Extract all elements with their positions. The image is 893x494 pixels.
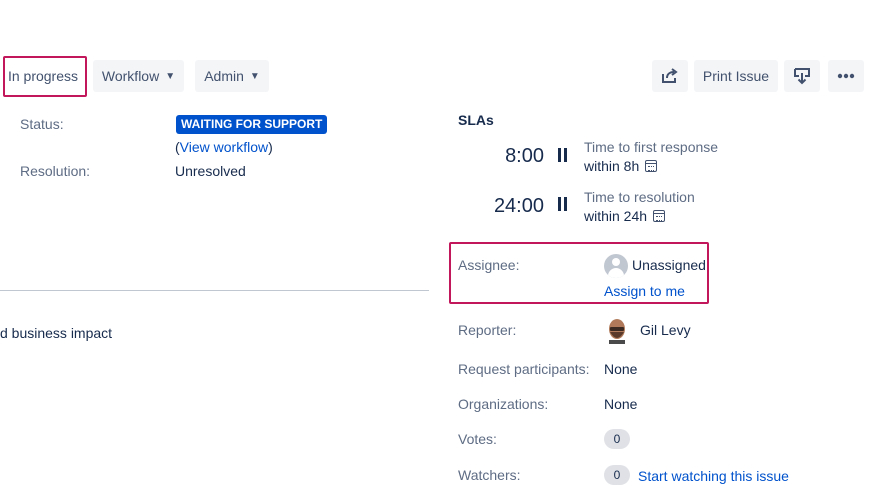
slas-title: SLAs <box>458 112 494 128</box>
section-divider <box>0 290 429 291</box>
sla-goal: Time to resolution <box>584 189 695 205</box>
calendar-icon <box>645 160 658 172</box>
reporter-avatar <box>609 319 625 344</box>
chevron-down-icon: ▼ <box>165 70 176 82</box>
sla-within-text: within 8h <box>584 158 640 174</box>
in-progress-highlight <box>3 56 87 97</box>
pause-icon <box>558 197 568 211</box>
share-icon <box>662 68 678 83</box>
share-button[interactable] <box>652 60 688 92</box>
pause-icon <box>558 148 568 162</box>
assign-to-me-link[interactable]: Assign to me <box>604 283 685 299</box>
status-badge[interactable]: WAITING FOR SUPPORT <box>176 115 328 134</box>
paren-close: ) <box>268 139 273 155</box>
reporter-label: Reporter: <box>458 322 517 338</box>
organizations-value: None <box>604 396 638 412</box>
description-text: d business impact <box>0 325 113 341</box>
votes-label: Votes: <box>458 431 497 447</box>
assignee-label: Assignee: <box>458 257 520 273</box>
print-issue-button[interactable]: Print Issue <box>694 60 778 92</box>
export-icon <box>794 68 810 85</box>
resolution-value: Unresolved <box>175 163 246 179</box>
calendar-icon <box>653 210 666 222</box>
unassigned-avatar-icon <box>604 254 628 278</box>
more-actions-button[interactable] <box>828 60 864 92</box>
organizations-label: Organizations: <box>458 396 549 412</box>
sla-within: within 24h <box>584 208 666 224</box>
sla-within: within 8h <box>584 158 658 174</box>
workflow-button[interactable]: Workflow ▼ <box>93 60 184 92</box>
watchers-count-badge[interactable]: 0 <box>604 465 630 485</box>
view-workflow-link[interactable]: View workflow <box>180 139 268 155</box>
assignee-value: Unassigned <box>632 257 706 273</box>
participants-label: Request participants: <box>458 361 590 377</box>
view-workflow-row: (View workflow) <box>175 139 273 155</box>
print-issue-label: Print Issue <box>702 68 770 84</box>
chevron-down-icon: ▼ <box>249 70 260 82</box>
more-icon <box>837 73 855 79</box>
sla-time: 8:00 <box>505 145 544 167</box>
participants-value: None <box>604 361 638 377</box>
export-button[interactable] <box>784 60 820 92</box>
votes-count-badge[interactable]: 0 <box>604 429 630 449</box>
watchers-label: Watchers: <box>458 467 521 483</box>
sla-within-text: within 24h <box>584 208 648 224</box>
start-watching-link[interactable]: Start watching this issue <box>638 468 789 484</box>
sla-goal: Time to first response <box>584 139 719 155</box>
workflow-label: Workflow <box>101 68 160 84</box>
reporter-value[interactable]: Gil Levy <box>640 322 691 338</box>
admin-label: Admin <box>204 68 244 84</box>
status-label: Status: <box>20 116 64 132</box>
admin-button[interactable]: Admin ▼ <box>195 60 269 92</box>
resolution-label: Resolution: <box>20 163 91 179</box>
sla-time: 24:00 <box>493 195 544 217</box>
